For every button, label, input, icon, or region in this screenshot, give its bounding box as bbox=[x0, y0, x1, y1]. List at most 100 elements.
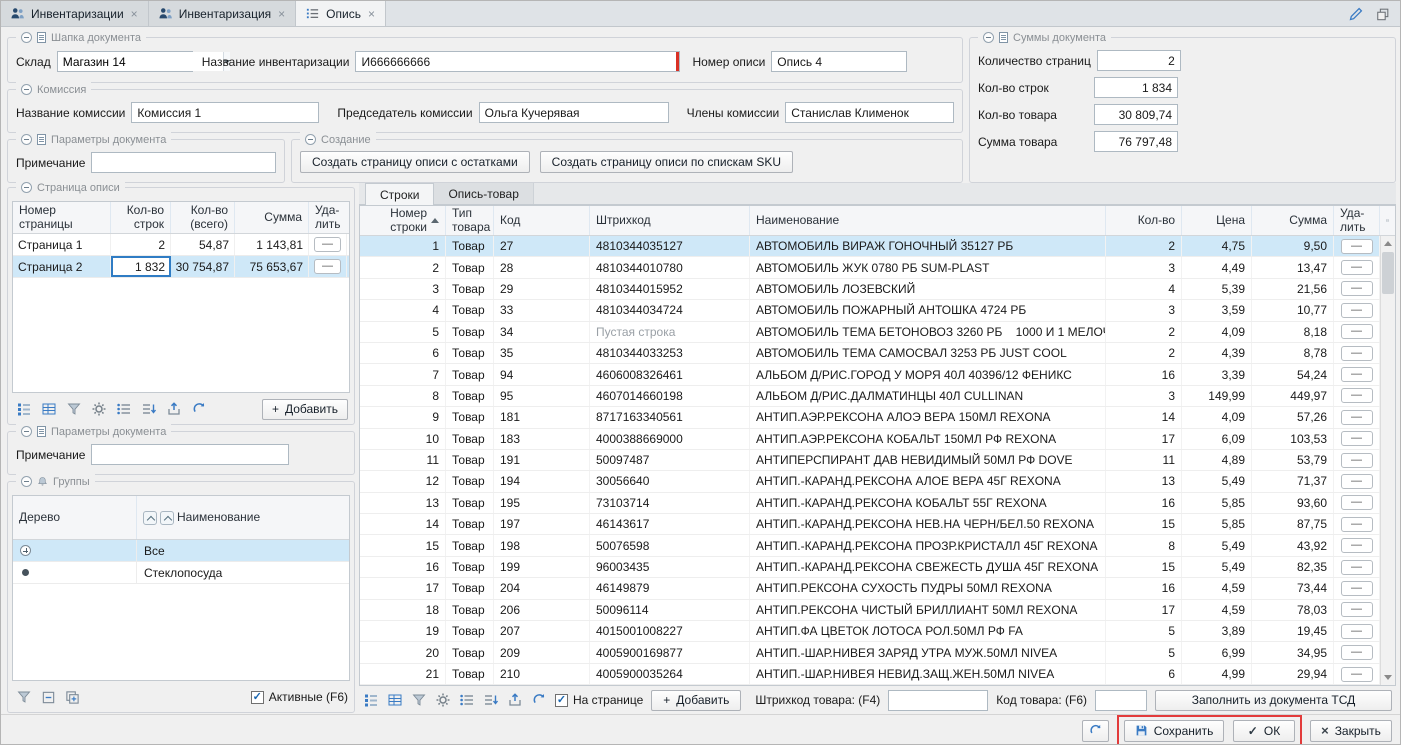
add-item-button[interactable]: + Добавить bbox=[651, 690, 741, 711]
item-row[interactable]: 5Товар34Пустая строкаАВТОМОБИЛЬ ТЕМА БЕТ… bbox=[360, 322, 1380, 343]
column-header-name[interactable]: Наименование bbox=[750, 206, 1106, 235]
delete-page-button[interactable]: — bbox=[314, 237, 341, 252]
item-row[interactable]: 20Товар2094005900169877АНТИП.-ШАР.НИВЕЯ … bbox=[360, 642, 1380, 663]
item-row[interactable]: 10Товар1834000388669000АНТИП.АЭР.РЕКСОНА… bbox=[360, 429, 1380, 450]
goods-sum-input[interactable] bbox=[1094, 131, 1178, 152]
refresh-icon[interactable] bbox=[191, 401, 207, 417]
warehouse-combo[interactable] bbox=[57, 51, 193, 72]
filter-icon[interactable] bbox=[16, 689, 32, 705]
column-header-code[interactable]: Код bbox=[494, 206, 590, 235]
column-header-line-number[interactable]: Номер строки bbox=[360, 206, 446, 235]
ok-button[interactable]: ✓ ОК bbox=[1233, 720, 1295, 742]
sort-ascending-icon[interactable] bbox=[160, 511, 174, 525]
column-chooser-icon[interactable] bbox=[1380, 206, 1395, 235]
create-page-by-sku-button[interactable]: Создать страницу описи по спискам SKU bbox=[540, 151, 793, 173]
delete-row-button[interactable]: — bbox=[1341, 388, 1373, 403]
delete-row-button[interactable]: — bbox=[1341, 560, 1373, 575]
tab-opis-tovar[interactable]: Опись-товар bbox=[434, 183, 533, 204]
item-row[interactable]: 8Товар954607014660198АЛЬБОМ Д/РИС.ДАЛМАТ… bbox=[360, 386, 1380, 407]
close-button[interactable]: × Закрыть bbox=[1310, 720, 1392, 742]
delete-row-button[interactable]: — bbox=[1341, 517, 1373, 532]
active-groups-checkbox[interactable]: ✓ bbox=[251, 691, 264, 704]
restore-layout-icon[interactable] bbox=[1376, 7, 1390, 21]
refresh-icon[interactable] bbox=[531, 692, 547, 708]
sort-ascending-icon[interactable] bbox=[143, 511, 157, 525]
item-row[interactable]: 7Товар944606008326461АЛЬБОМ Д/РИС.ГОРОД … bbox=[360, 364, 1380, 385]
code-search-input[interactable] bbox=[1095, 690, 1147, 711]
column-header-delete[interactable]: Уда-лить bbox=[309, 202, 347, 233]
expand-all-icon[interactable] bbox=[65, 690, 80, 705]
item-row[interactable]: 1Товар274810344035127АВТОМОБИЛЬ ВИРАЖ ГО… bbox=[360, 236, 1380, 257]
item-row[interactable]: 16Товар19996003435АНТИП.-КАРАНД.РЕКСОНА … bbox=[360, 557, 1380, 578]
delete-row-button[interactable]: — bbox=[1341, 324, 1373, 339]
delete-row-button[interactable]: — bbox=[1341, 667, 1373, 682]
numbered-rows-icon[interactable] bbox=[16, 401, 32, 417]
delete-row-button[interactable]: — bbox=[1341, 410, 1373, 425]
column-header-sum[interactable]: Сумма bbox=[235, 202, 309, 233]
tab-stroki[interactable]: Строки bbox=[365, 183, 434, 205]
delete-row-button[interactable]: — bbox=[1341, 474, 1373, 489]
cell-lines-count[interactable]: 1 832 bbox=[111, 256, 171, 277]
group-row[interactable]: Стеклопосуда bbox=[13, 562, 349, 584]
lines-count-input[interactable] bbox=[1094, 77, 1178, 98]
chairman-input[interactable] bbox=[479, 102, 669, 123]
delete-row-button[interactable]: — bbox=[1341, 495, 1373, 510]
column-header-item-type[interactable]: Тип товара bbox=[446, 206, 494, 235]
delete-row-button[interactable]: — bbox=[1341, 260, 1373, 275]
item-row[interactable]: 2Товар284810344010780АВТОМОБИЛЬ ЖУК 0780… bbox=[360, 257, 1380, 278]
export-icon[interactable] bbox=[507, 692, 523, 708]
column-header-barcode[interactable]: Штрихкод bbox=[590, 206, 750, 235]
inventory-name-input[interactable] bbox=[355, 51, 680, 72]
edit-pencil-icon[interactable] bbox=[1348, 6, 1364, 22]
item-row[interactable]: 17Товар20446149879АНТИП.РЕКСОНА СУХОСТЬ … bbox=[360, 578, 1380, 599]
column-header-quantity[interactable]: Кол-во (всего) bbox=[171, 202, 235, 233]
members-input[interactable] bbox=[785, 102, 954, 123]
page-row[interactable]: Страница 21 83230 754,8775 653,67— bbox=[13, 256, 349, 278]
list-number-input[interactable] bbox=[771, 51, 907, 72]
note-input[interactable] bbox=[91, 444, 289, 465]
delete-row-button[interactable]: — bbox=[1341, 303, 1373, 318]
item-row[interactable]: 13Товар19573103714АНТИП.-КАРАНД.РЕКСОНА … bbox=[360, 493, 1380, 514]
delete-row-button[interactable]: — bbox=[1341, 239, 1373, 254]
item-row[interactable]: 15Товар19850076598АНТИП.-КАРАНД.РЕКСОНА … bbox=[360, 535, 1380, 556]
column-header-sum[interactable]: Сумма bbox=[1252, 206, 1334, 235]
close-tab-icon[interactable]: × bbox=[130, 8, 139, 20]
expand-node-icon[interactable] bbox=[20, 545, 31, 556]
column-header-quantity[interactable]: Кол-во bbox=[1106, 206, 1182, 235]
delete-row-button[interactable]: — bbox=[1341, 453, 1373, 468]
filter-icon[interactable] bbox=[66, 401, 82, 417]
tab-inventarizacii[interactable]: Инвентаризации × bbox=[1, 1, 149, 26]
on-page-checkbox[interactable]: ✓ bbox=[555, 694, 568, 707]
numbered-rows-icon[interactable] bbox=[363, 692, 379, 708]
note-input[interactable] bbox=[91, 152, 276, 173]
column-header-tree[interactable]: Дерево bbox=[13, 496, 137, 539]
bulleted-list-icon[interactable] bbox=[459, 692, 475, 708]
collapse-group-icon[interactable] bbox=[21, 476, 32, 487]
sort-list-icon[interactable] bbox=[141, 401, 157, 417]
delete-row-button[interactable]: — bbox=[1341, 581, 1373, 596]
tab-opis[interactable]: Опись × bbox=[296, 1, 386, 26]
refresh-document-button[interactable] bbox=[1082, 720, 1109, 742]
collapse-group-icon[interactable] bbox=[983, 32, 994, 43]
column-header-price[interactable]: Цена bbox=[1182, 206, 1252, 235]
item-row[interactable]: 9Товар1818717163340561АНТИП.АЭР.РЕКСОНА … bbox=[360, 407, 1380, 428]
filter-icon[interactable] bbox=[411, 692, 427, 708]
save-button[interactable]: Сохранить bbox=[1124, 720, 1224, 742]
item-row[interactable]: 6Товар354810344033253АВТОМОБИЛЬ ТЕМА САМ… bbox=[360, 343, 1380, 364]
add-page-button[interactable]: + Добавить bbox=[262, 399, 348, 420]
column-header-delete[interactable]: Уда-лить bbox=[1334, 206, 1380, 235]
delete-row-button[interactable]: — bbox=[1341, 281, 1373, 296]
grid-view-icon[interactable] bbox=[41, 401, 57, 417]
delete-page-button[interactable]: — bbox=[314, 259, 341, 274]
collapse-group-icon[interactable] bbox=[21, 182, 32, 193]
item-row[interactable]: 4Товар334810344034724АВТОМОБИЛЬ ПОЖАРНЫЙ… bbox=[360, 300, 1380, 321]
column-header-lines[interactable]: Кол-во строк bbox=[111, 202, 171, 233]
fill-from-tsd-button[interactable]: Заполнить из документа ТСД bbox=[1155, 690, 1392, 711]
scroll-down-icon[interactable] bbox=[1381, 670, 1395, 685]
close-tab-icon[interactable]: × bbox=[277, 8, 286, 20]
item-row[interactable]: 12Товар19430056640АНТИП.-КАРАНД.РЕКСОНА … bbox=[360, 471, 1380, 492]
warehouse-input[interactable] bbox=[58, 52, 223, 71]
delete-row-button[interactable]: — bbox=[1341, 346, 1373, 361]
group-row[interactable]: Все bbox=[13, 540, 349, 562]
vertical-scrollbar[interactable] bbox=[1380, 236, 1395, 685]
